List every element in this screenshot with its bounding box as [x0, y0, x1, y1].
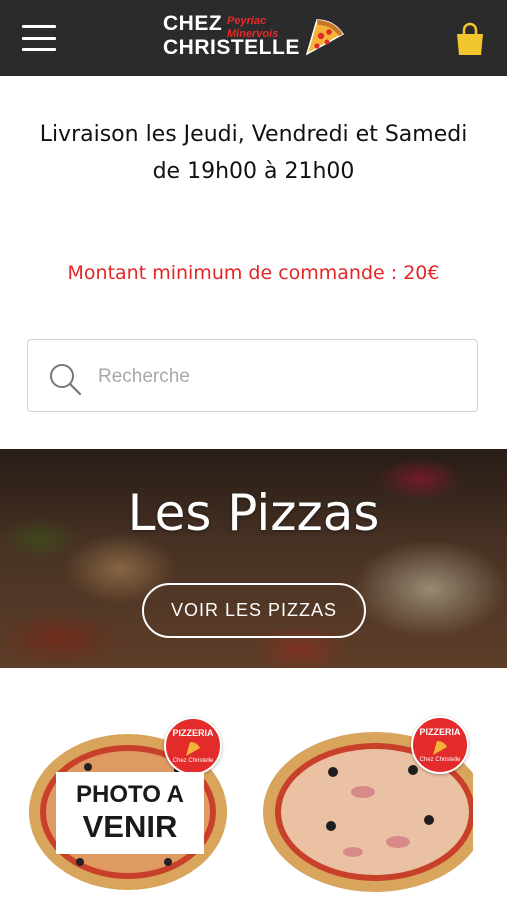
pizzeria-badge: PIZZERIA Chez Christelle — [164, 717, 222, 775]
shopping-bag-icon[interactable] — [455, 22, 485, 56]
delivery-hours: de 19h00 à 21h00 — [152, 159, 355, 184]
top-navigation-bar: CHEZ CHRISTELLE Peyriac Minervois — [0, 0, 507, 76]
product-card[interactable]: PIZZERIA Chez Christelle — [263, 712, 473, 900]
pizza-slice-icon — [433, 741, 447, 755]
product-card[interactable]: PIZZERIA Chez Christelle PHOTO A VENIR — [28, 712, 238, 900]
brand-location: Peyriac Minervois — [227, 15, 279, 40]
view-pizzas-button[interactable]: VOIR LES PIZZAS — [142, 583, 366, 638]
search-box[interactable] — [27, 339, 478, 412]
search-input[interactable] — [96, 358, 460, 396]
category-title: Les Pizzas — [127, 484, 380, 542]
minimum-order-notice: Montant minimum de commande : 20€ — [67, 262, 440, 284]
delivery-days: Livraison les Jeudi, Vendredi et Samedi — [39, 122, 468, 147]
brand-logo[interactable]: CHEZ CHRISTELLE Peyriac Minervois — [163, 12, 348, 66]
pizza-slice-icon — [305, 19, 345, 56]
search-icon — [50, 364, 82, 396]
pizza-slice-icon — [186, 742, 200, 756]
pizzas-category-banner: Les Pizzas VOIR LES PIZZAS — [0, 449, 507, 668]
delivery-info: Livraison les Jeudi, Vendredi et Samedi … — [0, 116, 507, 190]
photo-placeholder-label: PHOTO A VENIR — [56, 772, 204, 854]
hamburger-menu-icon[interactable] — [22, 25, 56, 51]
pizzeria-badge: PIZZERIA Chez Christelle — [411, 716, 469, 774]
